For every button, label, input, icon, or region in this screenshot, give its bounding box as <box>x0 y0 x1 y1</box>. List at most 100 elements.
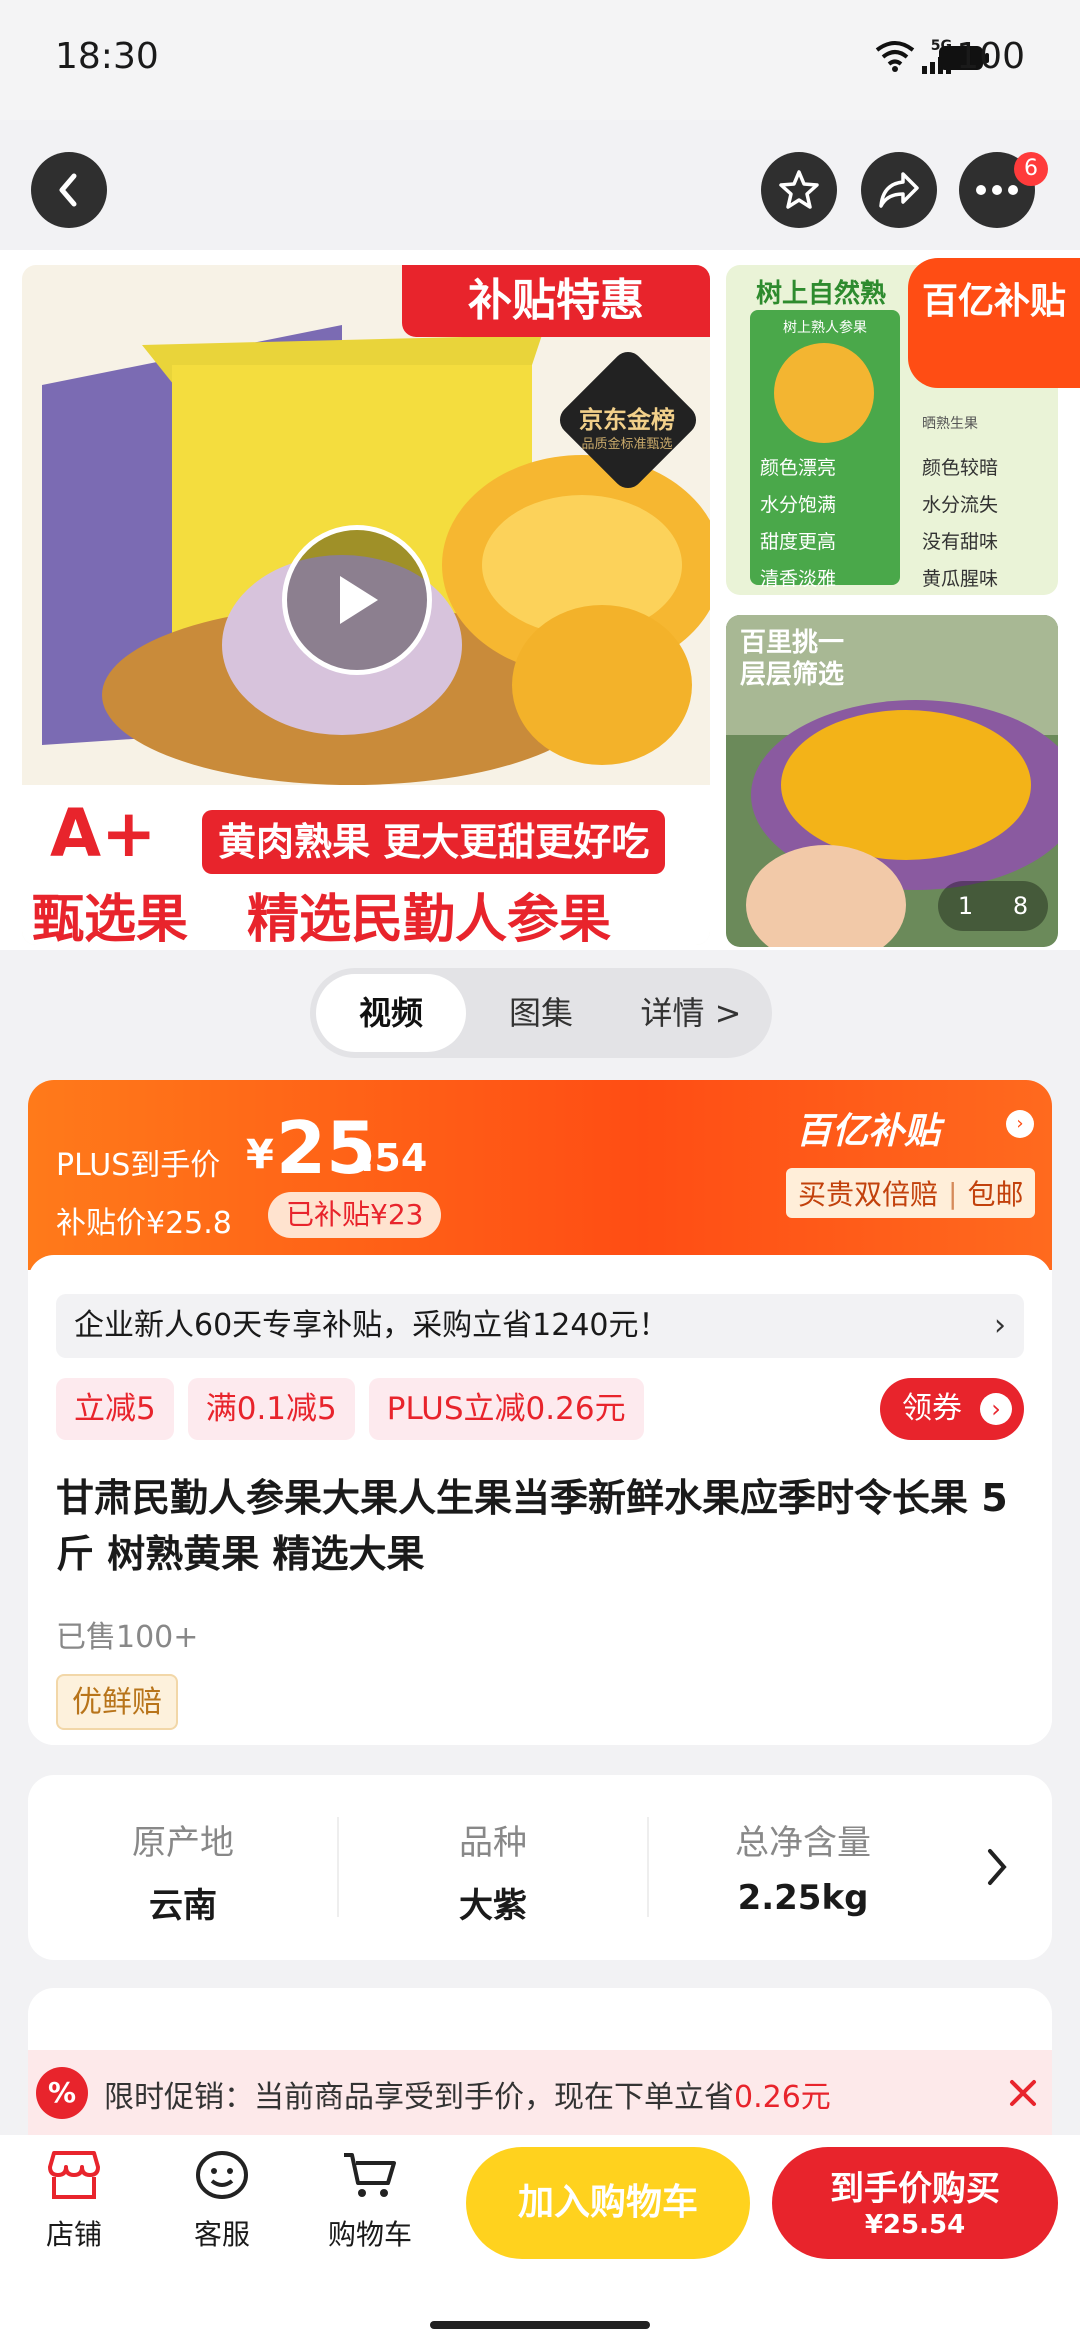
grade-subtitle: 甄选果 <box>32 890 189 945</box>
new-user-subsidy-text: 企业新人60天专享补贴，采购立省1240元！ <box>74 1308 669 1343</box>
gold-rank-badge: 京东金榜 <box>579 406 675 434</box>
main-product-image[interactable]: 补贴特惠 京东金榜 品质金标准甄选 黄肉熟果 更大更甜更好吃 A+ 甄选果 精选… <box>22 265 710 945</box>
pros-item: 清香淡雅 <box>760 568 837 590</box>
subsidized-amount: 已补贴¥23 <box>268 1192 442 1238</box>
pros-list: 颜色漂亮 水分饱满 甜度更高 清香淡雅 <box>760 450 836 595</box>
image-counter-total: 8 <box>1012 892 1029 920</box>
close-icon[interactable] <box>1008 2078 1038 2108</box>
chevron-right-icon <box>988 1849 1007 1885</box>
home-indicator <box>430 2321 650 2329</box>
shop-label: 店铺 <box>45 2218 102 2251</box>
spec-variety: 品种 大紫 <box>338 1775 648 1927</box>
tab-gallery[interactable]: 图集 <box>466 974 616 1052</box>
sold-count: 已售100+ <box>56 1620 199 1655</box>
discount-tag: 满0.1减5 <box>187 1378 355 1440</box>
spec-label: 原产地 <box>132 1823 234 1863</box>
percent-icon: % <box>36 2067 88 2119</box>
cons-item: 黄瓜腥味 <box>922 568 999 590</box>
spec-value: 大紫 <box>459 1886 527 1926</box>
coupon-label: 领券 <box>902 1391 962 1426</box>
chevron-right-icon: › <box>994 1308 1006 1343</box>
product-title[interactable]: 甘肃民勤人参果大果人生果当季新鲜水果应季时令长果 5斤 树熟黄果 精选大果 <box>56 1470 1016 1582</box>
discount-tag: PLUS立减0.26元 <box>368 1378 644 1440</box>
slogan-selected: 精选民勤人参果 <box>247 890 612 945</box>
cart-button[interactable]: 购物车 <box>324 2149 416 2253</box>
bottom-action-bar: 店铺 客服 购物车 加入购物车 到手价购买 ¥25.54 <box>0 2135 1080 2340</box>
gold-rank-subtitle: 品质金标准甄选 <box>581 437 673 452</box>
closeup-caption: 百里挑一 层层筛选 <box>740 628 845 690</box>
play-video-button[interactable] <box>282 525 432 675</box>
cart-icon <box>344 2153 396 2197</box>
double-refund-label: 买贵双倍赔 <box>798 1178 939 1211</box>
pros-item: 颜色漂亮 <box>760 457 837 479</box>
spec-origin: 原产地 云南 <box>28 1775 338 1927</box>
price-currency: ¥ <box>246 1132 274 1178</box>
fruit-closeup-image[interactable]: 百里挑一 层层筛选 1 8 <box>726 615 1058 947</box>
pros-header: 树上熟人参果 <box>783 320 867 336</box>
tab-video[interactable]: 视频 <box>316 974 466 1052</box>
spec-label: 品种 <box>459 1823 527 1863</box>
service-label: 客服 <box>193 2218 250 2251</box>
chevron-right-icon: › <box>980 1393 1012 1425</box>
status-time: 18:30 <box>55 36 159 77</box>
media-tabs: 视频 图集 详情 > <box>310 968 772 1058</box>
chevron-right-icon[interactable]: › <box>1006 1110 1034 1138</box>
tab-details[interactable]: 详情 > <box>616 974 766 1052</box>
customer-service-button[interactable]: 客服 <box>176 2149 268 2253</box>
promo-banner[interactable]: % 限时促销：当前商品享受到手价，现在下单立省0.26元 <box>28 2050 1052 2135</box>
comparison-title: 树上自然熟 <box>756 279 887 309</box>
spec-value: 2.25kg <box>737 1878 869 1918</box>
share-icon <box>879 172 919 208</box>
add-to-cart-button[interactable]: 加入购物车 <box>466 2147 750 2259</box>
cons-item: 水分流失 <box>922 494 999 516</box>
slogan-yellow-flesh: 黄肉熟果 更大更甜更好吃 <box>202 810 666 874</box>
notification-badge: 6 <box>1014 152 1048 186</box>
cons-header: 晒熟生果 <box>922 416 978 432</box>
discount-tags: 立减5 满0.1减5 PLUS立减0.26元 <box>56 1378 658 1440</box>
price-banner: PLUS到手价 ¥ 25 .54 补贴价¥25.8 已补贴¥23 百亿补贴 › … <box>28 1080 1052 1270</box>
fresh-guarantee-badge[interactable]: 优鲜赔 <box>56 1674 178 1730</box>
buy-price: ¥25.54 <box>864 2210 966 2240</box>
promo-prefix: 限时促销：当前商品享受到手价，现在下单立省 <box>104 2080 734 2115</box>
spec-weight: 总净含量 2.25kg <box>648 1775 958 1918</box>
back-button[interactable] <box>31 152 107 228</box>
discount-tag: 立减5 <box>56 1378 174 1440</box>
chevron-left-icon <box>59 173 77 207</box>
buy-now-button[interactable]: 到手价购买 ¥25.54 <box>772 2147 1058 2259</box>
cons-item: 颜色较暗 <box>922 457 999 479</box>
smile-chat-icon <box>196 2151 248 2199</box>
grade-label: A+ <box>50 795 157 872</box>
buy-label: 到手价购买 <box>830 2169 1000 2209</box>
wifi-icon <box>875 40 915 76</box>
promo-text: 限时促销：当前商品享受到手价，现在下单立省0.26元 <box>104 2072 831 2116</box>
battery-level: 100 <box>956 36 1025 77</box>
spec-value: 云南 <box>149 1886 217 1926</box>
favorite-button[interactable] <box>761 152 837 228</box>
star-icon <box>779 170 819 209</box>
product-info-card: PLUS到手价 ¥ 25 .54 补贴价¥25.8 已补贴¥23 百亿补贴 › … <box>28 1080 1052 1745</box>
free-shipping-label: 包邮 <box>967 1178 1024 1211</box>
get-coupon-button[interactable]: 领券 › <box>880 1378 1024 1440</box>
more-dots-icon <box>976 185 1018 195</box>
status-bar: 18:30 5G 100 <box>0 0 1080 120</box>
play-icon <box>340 576 378 624</box>
shop-button[interactable]: 店铺 <box>28 2149 120 2253</box>
new-user-subsidy-bar[interactable]: 企业新人60天专享补贴，采购立省1240元！ › <box>56 1294 1024 1358</box>
banner-subsidy-special: 补贴特惠 <box>402 265 710 337</box>
pros-item: 甜度更高 <box>760 531 837 553</box>
subsidy-price: 补贴价¥25.8 <box>56 1206 232 1241</box>
store-icon <box>48 2151 100 2199</box>
billion-subsidy-logo: 百亿补贴 <box>796 1111 941 1152</box>
billion-subsidy-corner: 百亿补贴 <box>908 258 1080 388</box>
image-counter: 1 8 <box>938 881 1048 931</box>
specs-card[interactable]: 原产地 云南 品种 大紫 总净含量 2.25kg <box>28 1775 1052 1960</box>
cons-item: 没有甜味 <box>922 531 999 553</box>
image-counter-current: 1 <box>957 892 974 920</box>
pros-item: 水分饱满 <box>760 494 837 516</box>
cart-label: 购物车 <box>327 2218 412 2251</box>
share-button[interactable] <box>861 152 937 228</box>
cons-list: 颜色较暗 水分流失 没有甜味 黄瓜腥味 <box>922 450 998 595</box>
spec-label: 总净含量 <box>735 1823 871 1863</box>
guarantee-box: 买贵双倍赔 | 包邮 <box>786 1168 1036 1218</box>
price-decimal: .54 <box>360 1136 428 1180</box>
